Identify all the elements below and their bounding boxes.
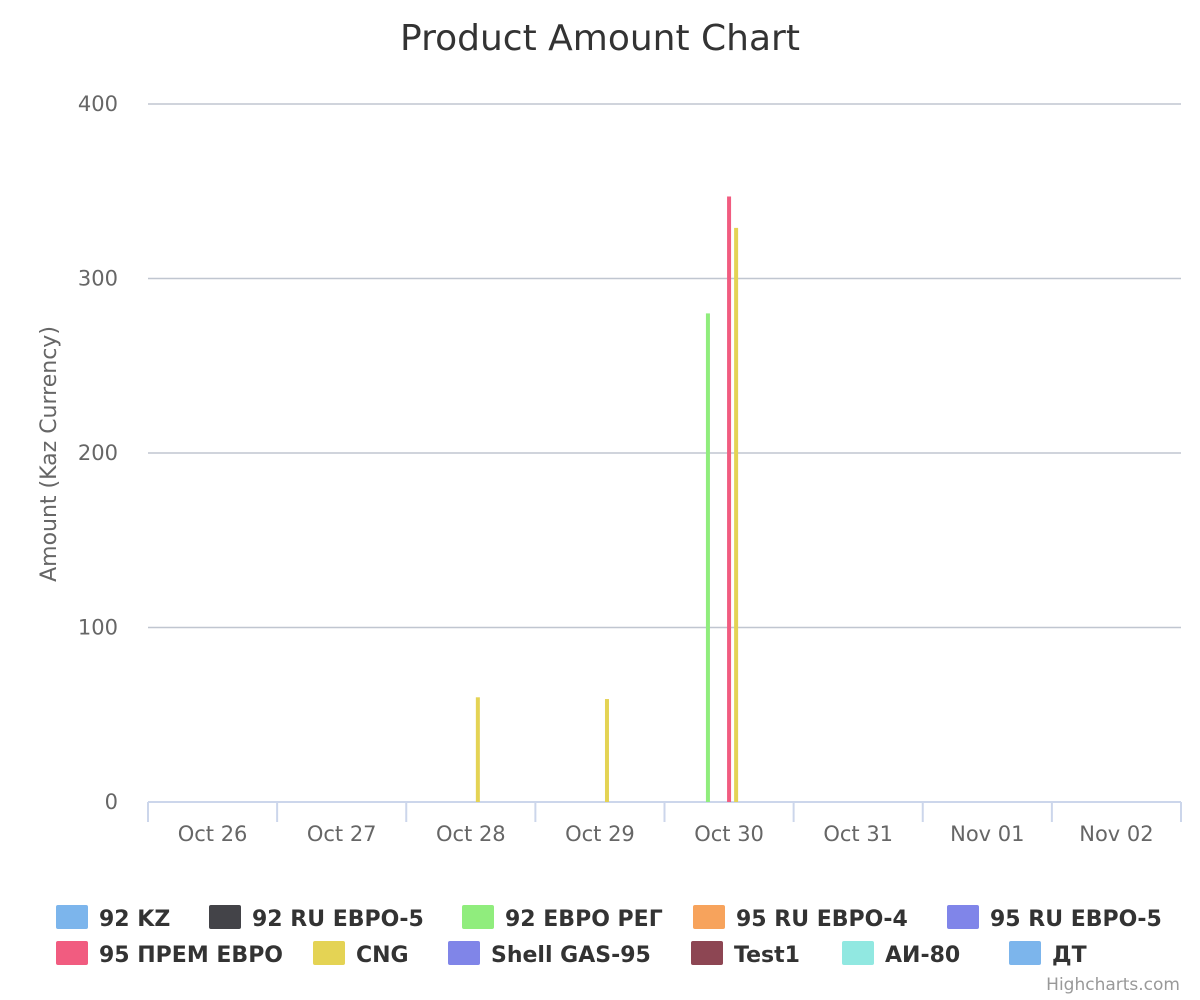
legend-label: АИ-80 xyxy=(885,943,960,968)
bars xyxy=(475,196,739,803)
credits-link[interactable]: Highcharts.com xyxy=(1046,975,1180,995)
legend-label: Shell GAS-95 xyxy=(491,943,651,968)
legend-item[interactable]: 95 RU ЕВРО-5 xyxy=(947,905,1162,932)
legend-swatch xyxy=(693,905,725,929)
legend-swatch xyxy=(1009,941,1041,965)
legend: 92 KZ 92 RU ЕВРО-5 92 ЕВРО РЕГ 95 RU ЕВРО-4… xyxy=(56,905,1162,968)
legend-label: 95 ПРЕМ ЕВРО xyxy=(99,943,283,968)
y-axis: 0 100 200 300 400 xyxy=(78,92,118,814)
y-tick-label: 300 xyxy=(78,267,118,291)
x-tick-label: Oct 30 xyxy=(694,822,764,846)
legend-label: 92 KZ xyxy=(99,907,170,932)
legend-item[interactable]: 95 RU ЕВРО-4 xyxy=(693,905,908,932)
y-axis-label: Amount (Kaz Currency) xyxy=(37,326,62,582)
legend-item[interactable]: ДТ xyxy=(1009,941,1087,968)
y-tick-label: 100 xyxy=(78,616,118,640)
x-tick-label: Oct 28 xyxy=(436,822,506,846)
x-tick-label: Oct 26 xyxy=(178,822,248,846)
bar-95-прем-евро-oct-30[interactable] xyxy=(727,196,732,803)
bar-cng-oct-29[interactable] xyxy=(604,699,609,802)
y-tick-label: 0 xyxy=(105,790,118,814)
legend-swatch xyxy=(842,941,874,965)
legend-label: 95 RU ЕВРО-4 xyxy=(736,907,908,932)
x-tick-label: Oct 29 xyxy=(565,822,635,846)
legend-swatch xyxy=(209,905,241,929)
legend-swatch xyxy=(313,941,345,965)
product-amount-chart: Oct 26 Oct 27 Oct 28 Oct 29 Oct 30 Oct 31 Nov … xyxy=(37,18,1182,995)
legend-item[interactable]: АИ-80 xyxy=(842,941,960,968)
chart-title: Product Amount Chart xyxy=(400,18,800,59)
x-tick-label: Oct 31 xyxy=(823,822,893,846)
legend-item[interactable]: Test1 xyxy=(691,941,800,968)
bar-92-евро-рег-oct-30[interactable] xyxy=(705,313,710,802)
legend-swatch xyxy=(691,941,723,965)
y-tick-label: 400 xyxy=(78,92,118,116)
x-tick-label: Nov 01 xyxy=(950,822,1024,846)
legend-item[interactable]: 92 KZ xyxy=(56,905,170,932)
legend-swatch xyxy=(56,905,88,929)
legend-item[interactable]: 92 RU ЕВРО-5 xyxy=(209,905,424,932)
legend-label: 92 RU ЕВРО-5 xyxy=(252,907,424,932)
legend-item[interactable]: 95 ПРЕМ ЕВРО xyxy=(56,941,283,968)
y-tick-label: 200 xyxy=(78,441,118,465)
x-tick-label: Oct 27 xyxy=(307,822,377,846)
legend-item[interactable]: Shell GAS-95 xyxy=(448,941,651,968)
chart-container: Oct 26 Oct 27 Oct 28 Oct 29 Oct 30 Oct 31 Nov … xyxy=(0,0,1200,1000)
legend-swatch xyxy=(462,905,494,929)
legend-label: Test1 xyxy=(734,943,800,968)
grid-lines xyxy=(148,103,1181,629)
legend-item[interactable]: 92 ЕВРО РЕГ xyxy=(462,905,663,932)
x-tick-label: Nov 02 xyxy=(1079,822,1153,846)
x-axis: Oct 26 Oct 27 Oct 28 Oct 29 Oct 30 Oct 31 Nov … xyxy=(147,801,1182,846)
legend-label: 95 RU ЕВРО-5 xyxy=(990,907,1162,932)
bar-cng-oct-28[interactable] xyxy=(475,697,480,802)
legend-label: CNG xyxy=(356,943,409,968)
legend-item[interactable]: CNG xyxy=(313,941,409,968)
legend-swatch xyxy=(56,941,88,965)
legend-swatch xyxy=(947,905,979,929)
legend-label: 92 ЕВРО РЕГ xyxy=(505,907,663,932)
legend-swatch xyxy=(448,941,480,965)
legend-label: ДТ xyxy=(1052,943,1087,968)
bar-cng-oct-30[interactable] xyxy=(734,227,739,802)
